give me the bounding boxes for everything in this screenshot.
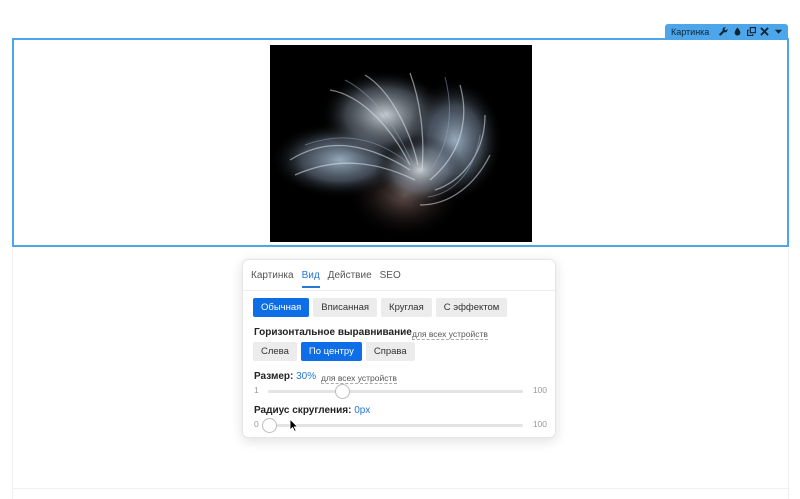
mouse-cursor-icon: [289, 418, 299, 432]
page-guide-bottom: [12, 488, 788, 489]
element-toolbar-title[interactable]: Картинка: [671, 27, 709, 37]
tab-image[interactable]: Картинка: [251, 270, 294, 288]
style-options: Обычная Вписанная Круглая С эффектом: [253, 298, 508, 317]
panel-tabs: Картинка Вид Действие SEO: [251, 270, 401, 288]
size-slider-max: 100: [532, 385, 547, 395]
radius-label: Радиус скругления: 0px: [254, 405, 370, 416]
tab-seo[interactable]: SEO: [380, 270, 401, 288]
drop-icon[interactable]: [732, 26, 743, 38]
style-fitted-button[interactable]: Вписанная: [313, 298, 378, 317]
style-round-button[interactable]: Круглая: [381, 298, 432, 317]
chevron-down-icon[interactable]: [773, 26, 784, 38]
alignment-options: Слева По центру Справа: [253, 342, 415, 361]
page-guide-right: [788, 248, 789, 499]
size-label-text: Размер:: [254, 371, 294, 382]
align-right-button[interactable]: Справа: [365, 342, 415, 361]
align-center-button[interactable]: По центру: [300, 342, 362, 361]
radius-slider-max: 100: [532, 419, 547, 429]
size-slider-track[interactable]: [268, 390, 523, 393]
page-guide-left: [12, 248, 13, 499]
tab-action[interactable]: Действие: [328, 270, 372, 288]
tab-view[interactable]: Вид: [301, 270, 320, 288]
tabs-divider: [243, 290, 555, 291]
image-block[interactable]: [12, 38, 789, 247]
size-slider-min: 1: [254, 385, 259, 395]
page-canvas: Картинка Картинка Вид Действие SEO Обычн…: [0, 0, 800, 499]
radius-slider-track[interactable]: [268, 424, 523, 427]
size-scope-link[interactable]: для всех устройств: [321, 373, 397, 384]
align-left-button[interactable]: Слева: [253, 342, 297, 361]
style-normal-button[interactable]: Обычная: [253, 298, 310, 317]
radius-slider-thumb[interactable]: [262, 418, 277, 433]
close-icon[interactable]: [760, 26, 771, 38]
duplicate-icon[interactable]: [746, 26, 757, 38]
element-toolbar: Картинка: [665, 24, 788, 39]
radius-value: 0px: [354, 405, 371, 416]
size-label: Размер: 30%: [254, 371, 316, 382]
style-effect-button[interactable]: С эффектом: [435, 298, 508, 317]
fractal-artwork-image[interactable]: [270, 45, 532, 242]
size-slider-thumb[interactable]: [335, 384, 350, 399]
image-settings-panel: Картинка Вид Действие SEO Обычная Вписан…: [242, 259, 556, 438]
wrench-icon[interactable]: [718, 26, 729, 38]
alignment-label: Горизонтальное выравнивание: [254, 327, 412, 338]
size-value: 30%: [296, 371, 317, 382]
size-slider[interactable]: 1 100: [254, 384, 547, 399]
radius-label-text: Радиус скругления:: [254, 405, 352, 416]
radius-slider-min: 0: [254, 419, 259, 429]
alignment-scope-link[interactable]: для всех устройств: [412, 329, 488, 340]
